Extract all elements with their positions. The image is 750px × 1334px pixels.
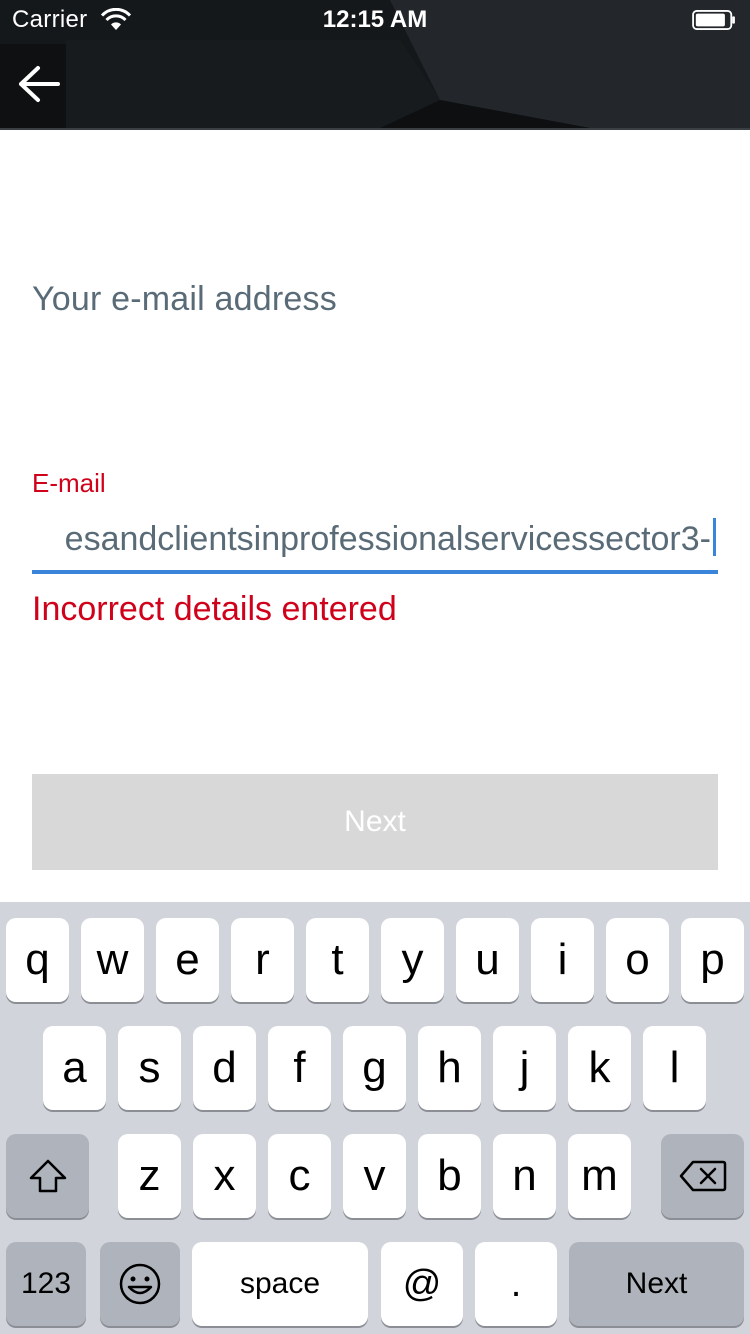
key-l[interactable]: l [643,1026,706,1110]
key-v[interactable]: v [343,1134,406,1218]
email-field-label: E-mail [32,468,106,498]
key-x[interactable]: x [193,1134,256,1218]
key-y[interactable]: y [381,918,444,1002]
key-d[interactable]: d [193,1026,256,1110]
keyboard: q w e r t y u i o p a s d f g h j k l z … [0,902,750,1334]
key-i[interactable]: i [531,918,594,1002]
key-e[interactable]: e [156,918,219,1002]
at-key[interactable]: @ [381,1242,463,1326]
top-bar: Carrier 12:15 AM [0,0,750,130]
email-field[interactable]: esandclientsinprofessionalservicessector… [32,512,718,574]
key-j[interactable]: j [493,1026,556,1110]
key-o[interactable]: o [606,918,669,1002]
key-p[interactable]: p [681,918,744,1002]
key-n[interactable]: n [493,1134,556,1218]
backspace-key[interactable] [661,1134,744,1218]
key-b[interactable]: b [418,1134,481,1218]
key-w[interactable]: w [81,918,144,1002]
key-g[interactable]: g [343,1026,406,1110]
key-u[interactable]: u [456,918,519,1002]
key-m[interactable]: m [568,1134,631,1218]
next-button[interactable]: Next [32,774,718,870]
period-key[interactable]: . [475,1242,557,1326]
shift-icon [29,1159,66,1193]
text-caret [713,518,716,556]
key-h[interactable]: h [418,1026,481,1110]
email-field-value: esandclientsinprofessionalservicessector… [64,520,711,558]
battery-icon [692,10,735,30]
error-message: Incorrect details entered [32,590,397,628]
clock: 12:15 AM [322,6,428,33]
back-button[interactable] [0,44,66,128]
emoji-icon [119,1263,161,1305]
shift-key[interactable] [6,1134,89,1218]
key-t[interactable]: t [306,918,369,1002]
status-bar: Carrier 12:15 AM [0,0,750,40]
key-s[interactable]: s [118,1026,181,1110]
key-k[interactable]: k [568,1026,631,1110]
key-r[interactable]: r [231,918,294,1002]
keyboard-next-key[interactable]: Next [569,1242,744,1326]
key-c[interactable]: c [268,1134,331,1218]
arrow-left-icon [19,66,60,102]
page-title: Your e-mail address [32,280,337,318]
numbers-key[interactable]: 123 [6,1242,86,1326]
backspace-icon [679,1160,726,1192]
key-f[interactable]: f [268,1026,331,1110]
emoji-key[interactable] [100,1242,180,1326]
key-z[interactable]: z [118,1134,181,1218]
space-key[interactable]: space [192,1242,368,1326]
key-q[interactable]: q [6,918,69,1002]
key-a[interactable]: a [43,1026,106,1110]
